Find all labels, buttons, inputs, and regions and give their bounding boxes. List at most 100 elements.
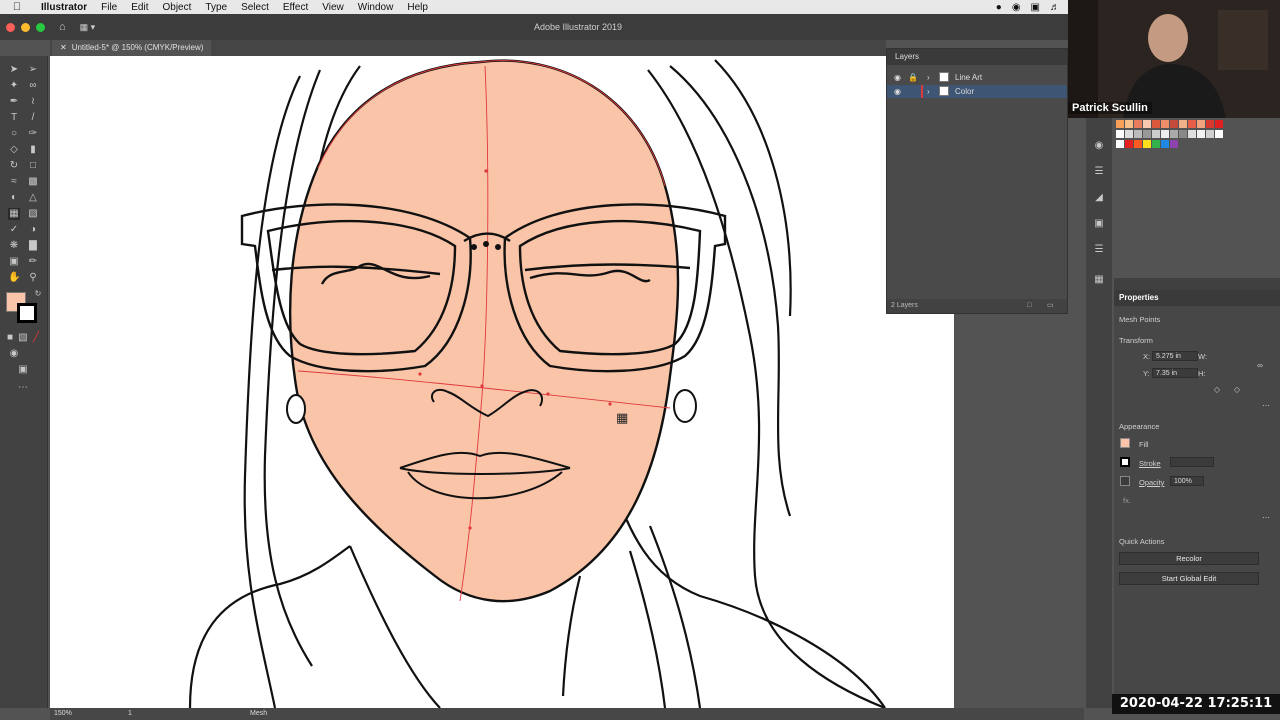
document-tab[interactable]: ✕ Untitled-5* @ 150% (CMYK/Preview) — [52, 40, 212, 56]
screen-mode-icon[interactable]: ▣ — [17, 364, 29, 376]
stroke-panel-icon[interactable]: ☰ — [1093, 244, 1105, 256]
opacity-field[interactable]: 100% — [1170, 476, 1204, 486]
visibility-eye-icon[interactable]: ◉ — [894, 71, 901, 84]
close-tab-icon[interactable]: ✕ — [60, 43, 67, 52]
layer-row-line-art[interactable]: ◉ 🔒 › Line Art — [887, 71, 1067, 84]
color-guide-icon[interactable]: ◢ — [1093, 192, 1105, 204]
blend-tool-icon[interactable]: ◑ — [27, 224, 39, 236]
apple-icon[interactable]:  — [0, 1, 34, 13]
wifi-icon[interactable]: ◉ — [1012, 2, 1021, 13]
magic-wand-tool-icon[interactable]: ✦ — [8, 80, 20, 92]
opacity-label[interactable]: Opacity — [1139, 478, 1164, 487]
eyedropper-tool-icon[interactable]: ✓ — [8, 224, 20, 236]
menu-file[interactable]: File — [94, 2, 124, 13]
h-label: H: — [1198, 369, 1206, 378]
type-tool-icon[interactable]: T — [8, 112, 20, 124]
flip-vertical-icon[interactable]: ◇ — [1231, 384, 1243, 396]
pen-tool-icon[interactable]: ✒ — [8, 96, 20, 108]
width-tool-icon[interactable]: ≈ — [8, 176, 20, 188]
eraser-tool-icon[interactable]: ▮ — [27, 144, 39, 156]
slice-tool-icon[interactable]: ✏ — [27, 256, 39, 268]
scale-tool-icon[interactable]: □ — [27, 160, 39, 172]
menu-object[interactable]: Object — [155, 2, 198, 13]
link-proportions-icon[interactable]: ∞ — [1254, 360, 1266, 372]
layer-count: 2 Layers — [891, 302, 918, 309]
graph-tool-icon[interactable]: ▇ — [27, 240, 39, 252]
menu-select[interactable]: Select — [234, 2, 276, 13]
layer-row-color[interactable]: ◉ › Color — [887, 85, 1067, 98]
fill-swatch[interactable] — [1120, 438, 1130, 448]
creative-cloud-icon[interactable]: ● — [996, 2, 1002, 13]
appearance-panel-icon[interactable]: ◉ — [1093, 140, 1105, 152]
lock-icon[interactable]: 🔒 — [908, 71, 918, 84]
lasso-tool-icon[interactable]: ∞ — [27, 80, 39, 92]
curvature-tool-icon[interactable]: ≀ — [27, 96, 39, 108]
y-position-field[interactable]: 7.35 in — [1152, 368, 1198, 378]
zoom-tool-icon[interactable]: ⚲ — [27, 272, 39, 284]
menu-bar:  Illustrator File Edit Object Type Sele… — [0, 0, 1070, 14]
zoom-level[interactable]: 150% — [54, 708, 72, 720]
menu-window[interactable]: Window — [351, 2, 401, 13]
align-panel-icon[interactable]: ☰ — [1093, 166, 1105, 178]
app-title-bar: ⌂ ▦ ▾ Adobe Illustrator 2019 — [0, 14, 1070, 40]
expand-chevron-icon[interactable]: › — [927, 71, 930, 84]
stroke-color-swatch[interactable] — [17, 303, 37, 323]
symbol-sprayer-tool-icon[interactable]: ❋ — [8, 240, 20, 252]
properties-tab[interactable]: Properties — [1114, 290, 1280, 306]
flip-horizontal-icon[interactable]: ◇ — [1211, 384, 1223, 396]
more-options-icon[interactable]: ⋯ — [1260, 400, 1272, 412]
shaper-tool-icon[interactable]: ◇ — [8, 144, 20, 156]
w-label: W: — [1198, 352, 1208, 361]
x-position-field[interactable]: 5.275 in — [1152, 351, 1198, 361]
edit-toolbar-icon[interactable]: ⋯ — [17, 382, 29, 394]
menu-view[interactable]: View — [315, 2, 351, 13]
free-transform-tool-icon[interactable]: ▩ — [27, 176, 39, 188]
libraries-panel-icon[interactable]: ▦ — [1093, 274, 1105, 286]
volume-icon[interactable]: ♬ — [1050, 2, 1060, 13]
line-tool-icon[interactable]: / — [27, 112, 39, 124]
draw-mode-icon[interactable]: ◉ — [8, 348, 20, 360]
more-appearance-icon[interactable]: ⋯ — [1260, 512, 1272, 524]
visibility-eye-icon[interactable]: ◉ — [894, 85, 901, 98]
properties-panel: Properties Mesh Points Transform X: 5.27… — [1114, 278, 1280, 708]
rotate-tool-icon[interactable]: ↻ — [8, 160, 20, 172]
layers-panel-title[interactable]: Layers — [887, 49, 1067, 65]
mesh-tool-icon[interactable]: ▦ — [8, 208, 20, 220]
hand-tool-icon[interactable]: ✋ — [8, 272, 20, 284]
perspective-grid-tool-icon[interactable]: △ — [27, 192, 39, 204]
direct-selection-tool-icon[interactable]: ➢ — [27, 64, 39, 76]
ellipse-tool-icon[interactable]: ○ — [8, 128, 20, 140]
menu-app[interactable]: Illustrator — [34, 2, 94, 13]
swap-colors-icon[interactable]: ↻ — [32, 288, 44, 300]
menu-edit[interactable]: Edit — [124, 2, 155, 13]
delete-layer-icon[interactable]: ▭ — [1047, 299, 1054, 313]
transparency-panel-icon[interactable]: ▣ — [1093, 218, 1105, 230]
stroke-swatch[interactable] — [1120, 457, 1130, 467]
new-layer-icon[interactable]: □ — [1027, 299, 1031, 313]
color-mode-icon[interactable]: ■ — [4, 332, 16, 344]
recolor-button[interactable]: Recolor — [1119, 552, 1259, 565]
illustration: ▦ — [188, 59, 886, 708]
paintbrush-tool-icon[interactable]: ✑ — [27, 128, 39, 140]
swatches-grid[interactable] — [1116, 120, 1228, 152]
shape-builder-tool-icon[interactable]: ◐ — [8, 192, 20, 204]
stroke-label[interactable]: Stroke — [1139, 459, 1161, 468]
appearance-heading: Appearance — [1119, 422, 1160, 431]
gradient-tool-icon[interactable]: ▧ — [27, 208, 39, 220]
start-global-edit-button[interactable]: Start Global Edit — [1119, 572, 1259, 585]
artboard-tool-icon[interactable]: ▣ — [8, 256, 20, 268]
swatches-strip[interactable] — [1116, 120, 1228, 152]
menu-type[interactable]: Type — [198, 2, 234, 13]
effects-button[interactable]: fx. — [1123, 496, 1131, 505]
display-icon[interactable]: ▣ — [1031, 2, 1040, 13]
expand-chevron-icon[interactable]: › — [927, 85, 930, 98]
artboard-canvas[interactable]: ▦ — [50, 56, 954, 708]
gradient-mode-icon[interactable]: ▧ — [17, 332, 29, 344]
stroke-weight-field[interactable] — [1170, 457, 1214, 467]
selection-tool-icon[interactable]: ➤ — [8, 64, 20, 76]
none-mode-icon[interactable]: ╱ — [30, 332, 42, 344]
artboard-number[interactable]: 1 — [128, 708, 132, 720]
menu-help[interactable]: Help — [400, 2, 435, 13]
panel-dock: ◉ ☰ ◢ ▣ ☰ ▦ — [1086, 118, 1112, 708]
menu-effect[interactable]: Effect — [276, 2, 315, 13]
